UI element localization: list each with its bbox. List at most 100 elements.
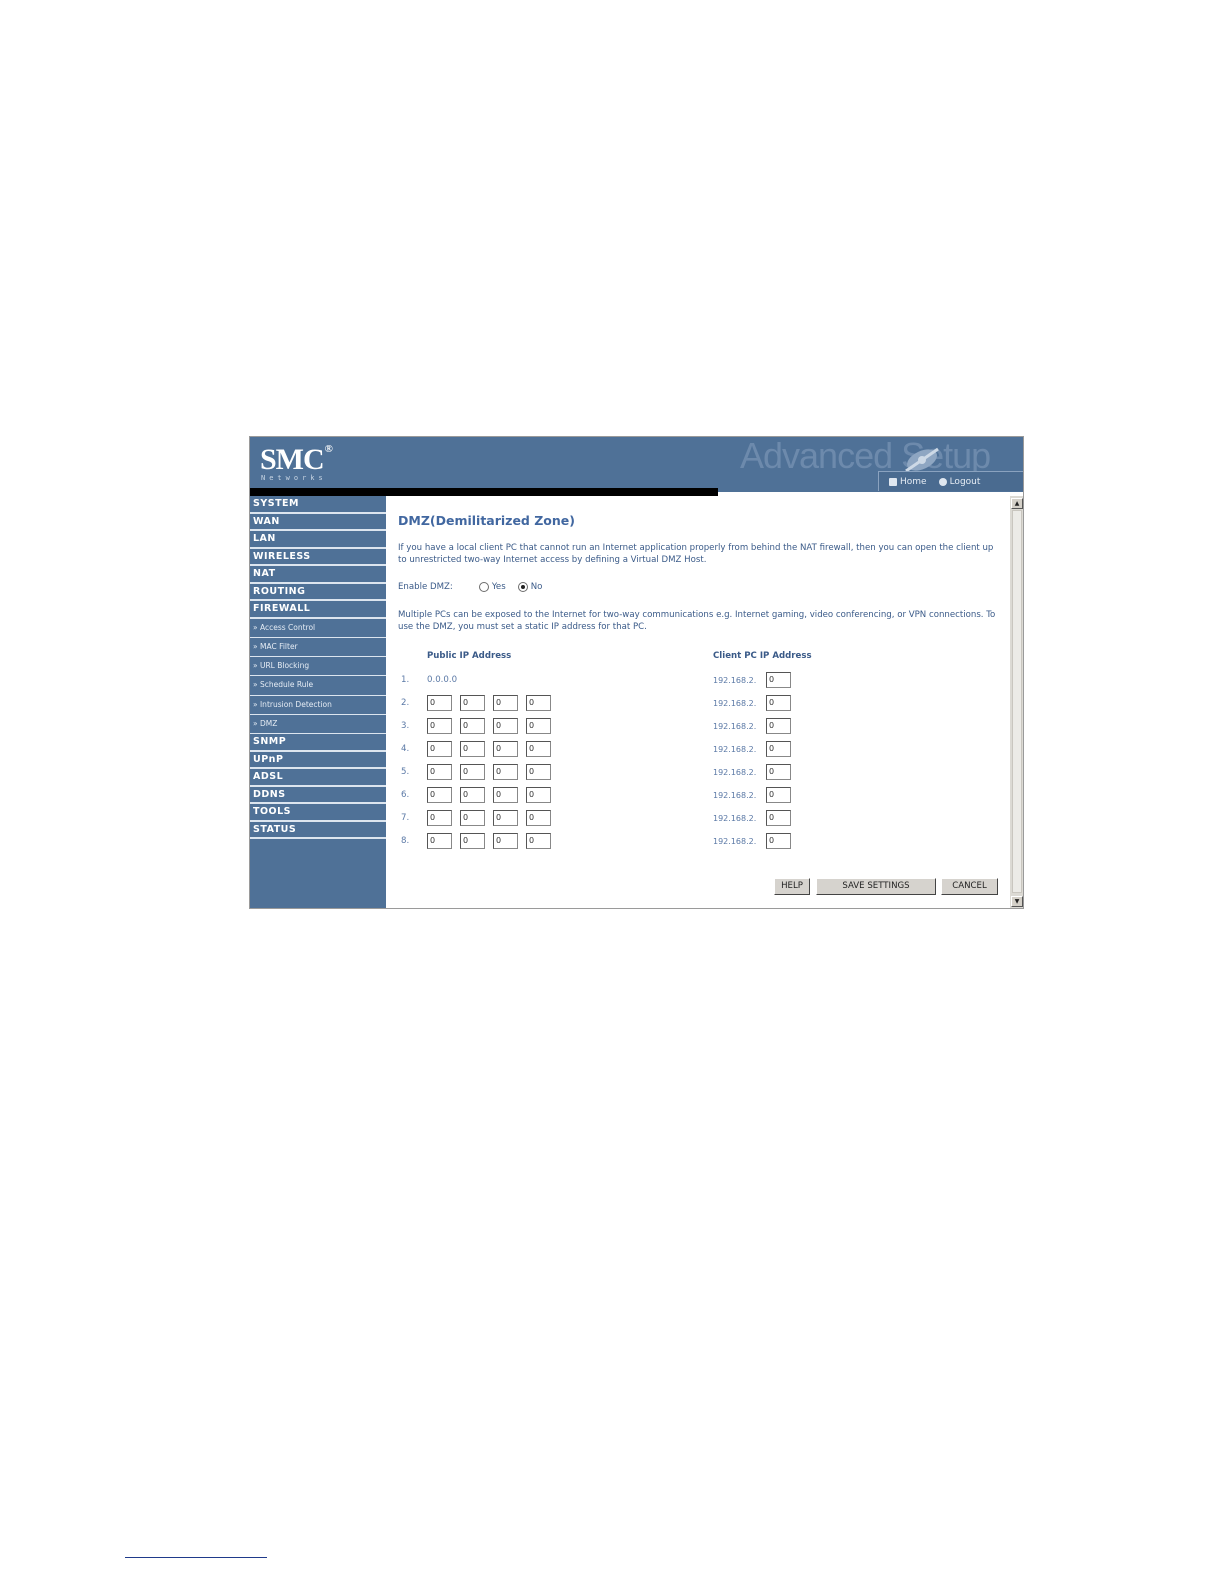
client-ip-octet-input[interactable]: 0 bbox=[766, 718, 791, 734]
top-links: Home Logout bbox=[878, 471, 1023, 491]
row-number: 8. bbox=[401, 836, 410, 846]
public-ip-header: Public IP Address bbox=[427, 651, 512, 661]
home-link[interactable]: Home bbox=[889, 477, 927, 487]
info-text: Multiple PCs can be exposed to the Inter… bbox=[398, 610, 996, 632]
public-ip-octet-input[interactable]: 0 bbox=[526, 787, 551, 803]
public-ip-octet-input[interactable]: 0 bbox=[526, 764, 551, 780]
enable-yes-radio[interactable] bbox=[478, 582, 489, 592]
public-ip-octet-input[interactable]: 0 bbox=[493, 718, 518, 734]
client-ip-prefix: 192.168.2. bbox=[713, 699, 757, 708]
row-number: 2. bbox=[401, 698, 410, 708]
sidebar: SYSTEM WAN LAN WIRELESS NAT ROUTING FIREWALL» … bbox=[250, 496, 386, 908]
public-ip-octet-input[interactable]: 0 bbox=[460, 810, 485, 826]
client-ip-octet-input[interactable]: 0 bbox=[766, 787, 791, 803]
client-ip-prefix: 192.168.2. bbox=[713, 791, 757, 800]
header-divider bbox=[250, 488, 718, 496]
row-number: 1. bbox=[401, 675, 410, 685]
logo-subtitle: Networks bbox=[261, 474, 327, 482]
scroll-up-arrow-icon[interactable]: ▲ bbox=[1011, 498, 1023, 509]
sidebar-item-ddns[interactable]: DDNS bbox=[250, 787, 386, 805]
public-ip-octet-input[interactable]: 0 bbox=[493, 787, 518, 803]
sidebar-item-status[interactable]: STATUS bbox=[250, 822, 386, 840]
sidebar-item-routing[interactable]: ROUTING bbox=[250, 584, 386, 601]
client-ip-prefix: 192.168.2. bbox=[713, 814, 757, 823]
sidebar-item-nat[interactable]: NAT bbox=[250, 566, 386, 584]
client-ip-prefix: 192.168.2. bbox=[713, 722, 757, 731]
client-ip-octet-input[interactable]: 0 bbox=[766, 695, 791, 711]
sidebar-item-url-blocking[interactable]: » URL Blocking bbox=[250, 657, 386, 677]
client-ip-octet-input[interactable]: 0 bbox=[766, 810, 791, 826]
enable-dmz-label: Enable DMZ: bbox=[398, 582, 453, 592]
public-ip-octet-input[interactable]: 0 bbox=[493, 833, 518, 849]
public-ip-octet-input[interactable]: 0 bbox=[427, 741, 452, 757]
help-button[interactable]: HELP bbox=[774, 878, 810, 895]
header: SMC® Networks Advanced Setup Home Logout bbox=[250, 437, 1023, 496]
public-ip-octet-input[interactable]: 0 bbox=[526, 810, 551, 826]
sidebar-item-intrusion-detection[interactable]: » Intrusion Detection bbox=[250, 696, 386, 715]
public-ip-octet-input[interactable]: 0 bbox=[460, 695, 485, 711]
sidebar-item-schedule-rule[interactable]: » Schedule Rule bbox=[250, 676, 386, 696]
public-ip-octet-input[interactable]: 0 bbox=[526, 833, 551, 849]
sidebar-item-tools[interactable]: TOOLS bbox=[250, 804, 386, 822]
row-number: 5. bbox=[401, 767, 410, 777]
public-ip-octet-input[interactable]: 0 bbox=[526, 718, 551, 734]
enable-no-label: No bbox=[530, 582, 543, 592]
client-ip-prefix: 192.168.2. bbox=[713, 676, 757, 685]
client-ip-octet-input[interactable]: 0 bbox=[766, 833, 791, 849]
page-title: DMZ(Demilitarized Zone) bbox=[398, 513, 575, 528]
public-ip-octet-input[interactable]: 0 bbox=[460, 764, 485, 780]
public-ip-octet-input[interactable]: 0 bbox=[427, 718, 452, 734]
public-ip-octet-input[interactable]: 0 bbox=[427, 833, 452, 849]
sidebar-item-dmz[interactable]: » DMZ bbox=[250, 715, 386, 735]
public-ip-fixed: 0.0.0.0 bbox=[427, 675, 458, 685]
public-ip-octet-input[interactable]: 0 bbox=[427, 764, 452, 780]
client-ip-prefix: 192.168.2. bbox=[713, 837, 757, 846]
public-ip-octet-input[interactable]: 0 bbox=[427, 810, 452, 826]
client-ip-octet-input[interactable]: 0 bbox=[766, 672, 791, 688]
public-ip-octet-input[interactable]: 0 bbox=[526, 695, 551, 711]
row-number: 4. bbox=[401, 744, 410, 754]
intro-text: If you have a local client PC that canno… bbox=[398, 543, 994, 565]
public-ip-octet-input[interactable]: 0 bbox=[460, 833, 485, 849]
save-settings-button[interactable]: SAVE SETTINGS bbox=[816, 878, 936, 895]
client-ip-octet-input[interactable]: 0 bbox=[766, 741, 791, 757]
row-number: 3. bbox=[401, 721, 410, 731]
public-ip-octet-input[interactable]: 0 bbox=[427, 695, 452, 711]
public-ip-octet-input[interactable]: 0 bbox=[460, 741, 485, 757]
sidebar-item-upnp[interactable]: UPnP bbox=[250, 752, 386, 770]
client-ip-prefix: 192.168.2. bbox=[713, 745, 757, 754]
logout-link[interactable]: Logout bbox=[938, 477, 980, 487]
sidebar-item-mac-filter[interactable]: » MAC Filter bbox=[250, 638, 386, 658]
footnote-rule bbox=[125, 1557, 267, 1558]
client-ip-header: Client PC IP Address bbox=[713, 651, 812, 661]
sidebar-item-system[interactable]: SYSTEM bbox=[250, 496, 386, 514]
public-ip-octet-input[interactable]: 0 bbox=[460, 718, 485, 734]
vertical-scrollbar[interactable]: ▲ ▼ bbox=[1010, 496, 1023, 908]
enable-no-radio[interactable] bbox=[517, 582, 528, 592]
public-ip-octet-input[interactable]: 0 bbox=[493, 695, 518, 711]
public-ip-octet-input[interactable]: 0 bbox=[427, 787, 452, 803]
sidebar-item-wireless[interactable]: WIRELESS bbox=[250, 549, 386, 566]
public-ip-octet-input[interactable]: 0 bbox=[493, 741, 518, 757]
public-ip-octet-input[interactable]: 0 bbox=[526, 741, 551, 757]
public-ip-octet-input[interactable]: 0 bbox=[493, 764, 518, 780]
sidebar-item-access-control[interactable]: » Access Control bbox=[250, 619, 386, 638]
client-ip-prefix: 192.168.2. bbox=[713, 768, 757, 777]
enable-yes-label: Yes bbox=[491, 582, 506, 592]
enable-dmz-row: Enable DMZ: Yes No bbox=[398, 582, 542, 592]
sidebar-item-wan[interactable]: WAN bbox=[250, 514, 386, 531]
sidebar-item-adsl[interactable]: ADSL bbox=[250, 769, 386, 787]
scroll-down-arrow-icon[interactable]: ▼ bbox=[1011, 896, 1023, 907]
public-ip-octet-input[interactable]: 0 bbox=[493, 810, 518, 826]
router-admin-window: SMC® Networks Advanced Setup Home Logout… bbox=[249, 436, 1024, 909]
row-number: 7. bbox=[401, 813, 410, 823]
scroll-thumb[interactable] bbox=[1012, 510, 1022, 893]
logout-icon bbox=[938, 477, 947, 486]
client-ip-octet-input[interactable]: 0 bbox=[766, 764, 791, 780]
sidebar-item-snmp[interactable]: SNMP bbox=[250, 734, 386, 752]
smc-logo: SMC® bbox=[260, 443, 333, 476]
sidebar-item-lan[interactable]: LAN bbox=[250, 531, 386, 549]
sidebar-item-firewall[interactable]: FIREWALL bbox=[250, 601, 386, 619]
cancel-button[interactable]: CANCEL bbox=[941, 878, 998, 895]
public-ip-octet-input[interactable]: 0 bbox=[460, 787, 485, 803]
